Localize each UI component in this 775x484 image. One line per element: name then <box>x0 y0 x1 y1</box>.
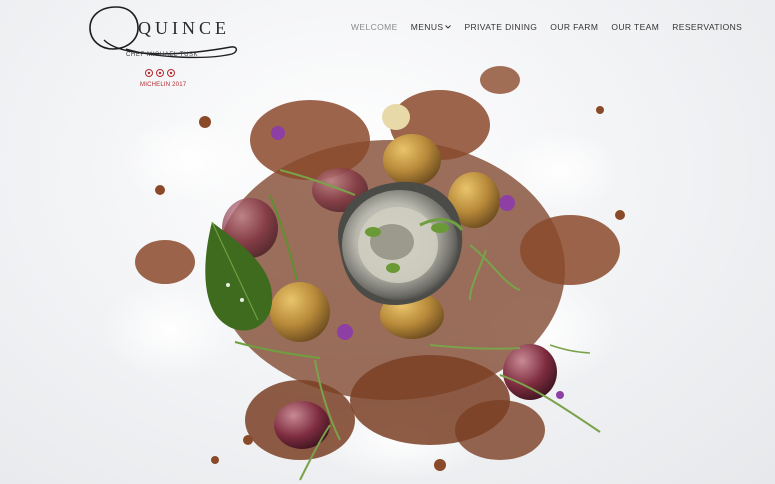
nav-our-farm[interactable]: OUR FARM <box>550 22 598 32</box>
michelin-stars-icon <box>145 69 175 77</box>
nav-welcome-label: WELCOME <box>351 22 398 32</box>
nav-our-team[interactable]: OUR TEAM <box>611 22 659 32</box>
main-nav: WELCOME MENUS PRIVATE DINING OUR FARM OU… <box>351 22 742 32</box>
nav-menus[interactable]: MENUS <box>411 22 452 32</box>
nav-private-dining[interactable]: PRIVATE DINING <box>464 22 537 32</box>
nav-our-farm-label: OUR FARM <box>550 22 599 32</box>
michelin-award: MICHELIN 2017 <box>140 82 187 88</box>
nav-reservations[interactable]: RESERVATIONS <box>672 22 742 32</box>
nav-welcome[interactable]: WELCOME <box>351 22 398 32</box>
chef-name: CHEF MICHAEL TUSK <box>126 52 199 58</box>
nav-our-team-label: OUR TEAM <box>611 22 660 32</box>
brand-name: QUINCE <box>138 18 230 38</box>
nav-menus-label: MENUS <box>410 22 444 32</box>
nav-private-dining-label: PRIVATE DINING <box>464 22 538 32</box>
brand-logo[interactable]: QUINCE CHEF MICHAEL TUSK MICHELIN 2017 <box>86 2 246 92</box>
nav-reservations-label: RESERVATIONS <box>672 22 743 32</box>
chevron-down-icon <box>445 25 452 29</box>
